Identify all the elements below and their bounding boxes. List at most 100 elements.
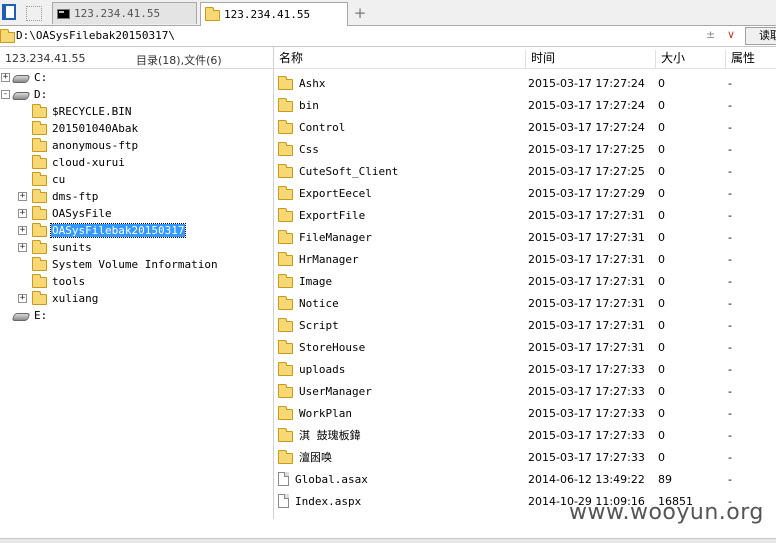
directory-file-counts: 目录(18),文件(6): [136, 54, 222, 67]
folder-icon: [32, 104, 47, 118]
file-attr: -: [728, 208, 732, 222]
expand-toggle[interactable]: +: [18, 226, 27, 235]
tree-item[interactable]: D:: [11, 86, 48, 103]
collapse-toggle[interactable]: -: [1, 90, 10, 99]
tree-item-label: cloud-xurui: [52, 156, 125, 169]
tree-item-label: C:: [34, 71, 48, 84]
expand-toggle[interactable]: +: [18, 243, 27, 252]
read-button[interactable]: 读取: [745, 27, 776, 45]
tree-item[interactable]: E:: [11, 307, 48, 324]
file-row[interactable]: UserManager 2015-03-17 17:27:33 0 -: [274, 380, 776, 402]
file-name: 澶囦唤: [299, 451, 332, 464]
file-row[interactable]: 澶囦唤 2015-03-17 17:27:33 0 -: [274, 446, 776, 468]
file-row[interactable]: WorkPlan 2015-03-17 17:27:33 0 -: [274, 402, 776, 424]
file-row[interactable]: CuteSoft_Client 2015-03-17 17:27:25 0 -: [274, 160, 776, 182]
drive-icon: [11, 312, 31, 321]
folder-icon: [278, 295, 293, 310]
tree-item[interactable]: C:: [11, 69, 48, 86]
column-header-time[interactable]: 时间: [526, 50, 656, 68]
file-size: 0: [658, 450, 665, 464]
file-name: ExportFile: [299, 208, 366, 222]
file-row[interactable]: bin 2015-03-17 17:27:24 0 -: [274, 94, 776, 116]
tree-item[interactable]: System Volume Information: [32, 256, 219, 273]
column-header-size[interactable]: 大小: [656, 50, 726, 68]
file-row[interactable]: Image 2015-03-17 17:27:31 0 -: [274, 270, 776, 292]
file-row[interactable]: uploads 2015-03-17 17:27:33 0 -: [274, 358, 776, 380]
tree-item-label: E:: [34, 309, 48, 322]
file-time: 2015-03-17 17:27:33: [528, 384, 645, 398]
file-name-cell: Notice: [278, 292, 339, 314]
file-time: 2015-03-17 17:27:31: [528, 318, 645, 332]
window-icon[interactable]: [2, 4, 16, 20]
folder-icon: [0, 29, 15, 43]
file-row[interactable]: Notice 2015-03-17 17:27:31 0 -: [274, 292, 776, 314]
drive-icon: [11, 91, 31, 100]
file-time: 2015-03-17 17:27:31: [528, 274, 645, 288]
file-row[interactable]: Global.asax 2014-06-12 13:49:22 89 -: [274, 468, 776, 490]
column-header-attr[interactable]: 属性: [726, 50, 776, 68]
file-name: bin: [299, 98, 319, 112]
file-row[interactable]: Ashx 2015-03-17 17:27:24 0 -: [274, 72, 776, 94]
expand-toggle[interactable]: +: [18, 192, 27, 201]
file-icon: [278, 494, 289, 508]
tab-file-manager[interactable]: 123.234.41.55: [200, 2, 348, 26]
file-row[interactable]: HrManager 2015-03-17 17:27:31 0 -: [274, 248, 776, 270]
file-name-cell: CuteSoft_Client: [278, 160, 398, 182]
tree-item[interactable]: 201501040Abak: [32, 120, 139, 137]
file-name: StoreHouse: [299, 340, 366, 354]
tree-item[interactable]: $RECYCLE.BIN: [32, 103, 132, 120]
file-name-cell: ExportFile: [278, 204, 365, 226]
file-row[interactable]: Css 2015-03-17 17:27:25 0 -: [274, 138, 776, 160]
file-row[interactable]: 淇 鼓瑰板鍏 2015-03-17 17:27:33 0 -: [274, 424, 776, 446]
file-time: 2014-06-12 13:49:22: [528, 472, 645, 486]
new-tab-button[interactable]: +: [350, 3, 370, 23]
tab-terminal[interactable]: 123.234.41.55: [52, 2, 197, 24]
file-name: Notice: [299, 296, 339, 310]
tree-item[interactable]: anonymous-ftp: [32, 137, 139, 154]
file-name: Global.asax: [295, 472, 368, 486]
tree-item[interactable]: cloud-xurui: [32, 154, 126, 171]
file-name-cell: Ashx: [278, 72, 326, 94]
tree-item-label: D:: [34, 88, 48, 101]
file-row[interactable]: ExportEecel 2015-03-17 17:27:29 0 -: [274, 182, 776, 204]
file-row[interactable]: ExportFile 2015-03-17 17:27:31 0 -: [274, 204, 776, 226]
file-size: 0: [658, 142, 665, 156]
file-size: 0: [658, 362, 665, 376]
header-divider: [274, 68, 776, 69]
path-adjust-control[interactable]: ±: [706, 28, 715, 41]
folder-icon: [32, 138, 47, 152]
file-name-cell: uploads: [278, 358, 345, 380]
file-time: 2015-03-17 17:27:24: [528, 76, 645, 90]
column-header-name[interactable]: 名称: [274, 50, 526, 68]
file-attr: -: [728, 472, 732, 486]
file-size: 0: [658, 340, 665, 354]
tree-item[interactable]: OASysFile: [32, 205, 113, 222]
folder-icon: [32, 274, 47, 288]
tree-item[interactable]: tools: [32, 273, 86, 290]
blank-tab-icon[interactable]: [26, 6, 42, 21]
expand-toggle[interactable]: +: [18, 294, 27, 303]
expand-toggle[interactable]: +: [1, 73, 10, 82]
path-input[interactable]: D:\OASysFilebak20150317\: [16, 29, 175, 42]
file-size: 0: [658, 120, 665, 134]
file-row[interactable]: Control 2015-03-17 17:27:24 0 -: [274, 116, 776, 138]
tree-item[interactable]: dms-ftp: [32, 188, 99, 205]
file-row[interactable]: StoreHouse 2015-03-17 17:27:31 0 -: [274, 336, 776, 358]
file-size: 0: [658, 406, 665, 420]
file-row[interactable]: FileManager 2015-03-17 17:27:31 0 -: [274, 226, 776, 248]
chevron-down-icon[interactable]: ∨: [727, 28, 735, 41]
tree-item[interactable]: xuliang: [32, 290, 99, 307]
tree-item[interactable]: cu: [32, 171, 66, 188]
file-attr: -: [728, 318, 732, 332]
tree-item-label: tools: [52, 275, 86, 288]
file-row[interactable]: Script 2015-03-17 17:27:31 0 -: [274, 314, 776, 336]
tree-item[interactable]: sunits: [32, 239, 93, 256]
file-size: 0: [658, 274, 665, 288]
file-name: Control: [299, 120, 346, 134]
file-attr: -: [728, 98, 732, 112]
expand-toggle[interactable]: +: [18, 209, 27, 218]
file-attr: -: [728, 76, 732, 90]
file-size: 0: [658, 76, 665, 90]
file-size: 0: [658, 318, 665, 332]
tree-item[interactable]: OASysFilebak20150317: [32, 222, 187, 239]
